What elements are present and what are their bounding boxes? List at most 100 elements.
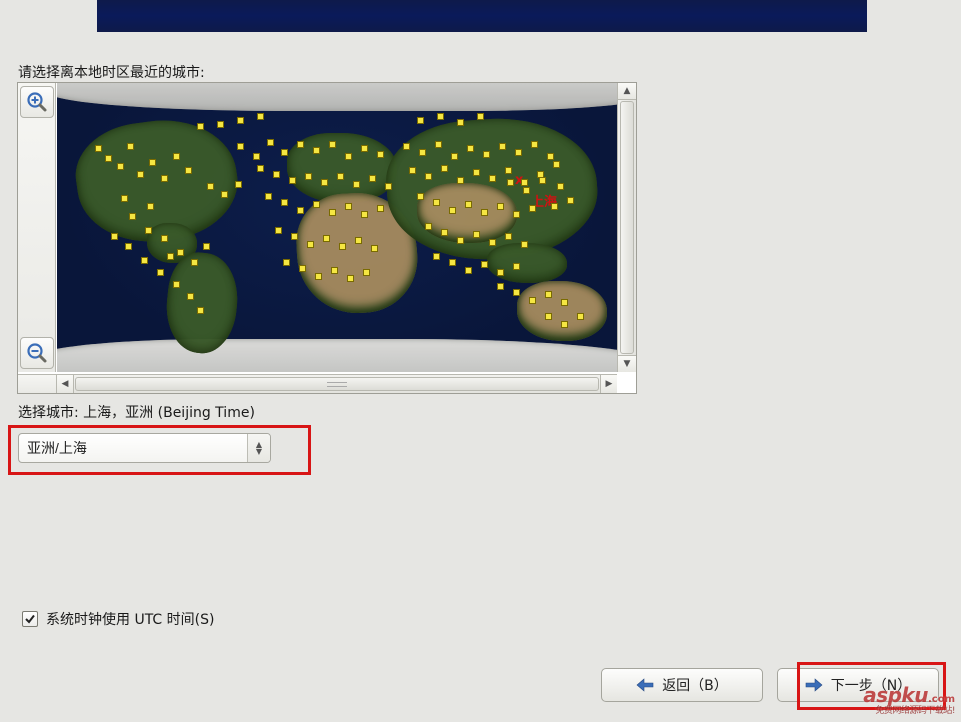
city-dot[interactable]	[185, 167, 192, 174]
city-dot[interactable]	[361, 211, 368, 218]
city-dot[interactable]	[545, 313, 552, 320]
city-dot[interactable]	[137, 171, 144, 178]
city-dot[interactable]	[345, 203, 352, 210]
city-dot[interactable]	[235, 181, 242, 188]
city-dot[interactable]	[173, 281, 180, 288]
world-map-canvas[interactable]: x 上海	[57, 83, 617, 372]
city-dot[interactable]	[127, 143, 134, 150]
city-dot[interactable]	[361, 145, 368, 152]
city-dot[interactable]	[347, 275, 354, 282]
back-button[interactable]: 返回（B）	[601, 668, 763, 702]
city-dot[interactable]	[323, 235, 330, 242]
zoom-out-button[interactable]	[20, 337, 54, 369]
city-dot[interactable]	[513, 211, 520, 218]
combobox-stepper[interactable]: ▲ ▼	[247, 434, 270, 462]
city-dot[interactable]	[435, 141, 442, 148]
city-dot[interactable]	[257, 113, 264, 120]
city-dot[interactable]	[473, 231, 480, 238]
city-dot[interactable]	[291, 233, 298, 240]
city-dot[interactable]	[441, 229, 448, 236]
city-dot[interactable]	[505, 233, 512, 240]
city-dot[interactable]	[403, 143, 410, 150]
city-dot[interactable]	[433, 253, 440, 260]
scroll-up-button[interactable]: ▲	[618, 83, 636, 100]
city-dot[interactable]	[561, 299, 568, 306]
city-dot[interactable]	[437, 113, 444, 120]
city-dot[interactable]	[329, 141, 336, 148]
city-dot[interactable]	[191, 259, 198, 266]
city-dot[interactable]	[129, 213, 136, 220]
city-dot[interactable]	[187, 293, 194, 300]
city-dot[interactable]	[157, 269, 164, 276]
city-dot[interactable]	[457, 177, 464, 184]
city-dot[interactable]	[321, 179, 328, 186]
city-dot[interactable]	[299, 265, 306, 272]
city-dot[interactable]	[467, 145, 474, 152]
city-dot[interactable]	[149, 159, 156, 166]
city-dot[interactable]	[441, 165, 448, 172]
utc-checkbox[interactable]	[22, 611, 38, 627]
city-dot[interactable]	[425, 223, 432, 230]
city-dot[interactable]	[377, 151, 384, 158]
city-dot[interactable]	[481, 261, 488, 268]
city-dot[interactable]	[337, 173, 344, 180]
city-dot[interactable]	[521, 241, 528, 248]
city-dot[interactable]	[539, 177, 546, 184]
city-dot[interactable]	[345, 153, 352, 160]
city-dot[interactable]	[529, 205, 536, 212]
city-dot[interactable]	[197, 307, 204, 314]
city-dot[interactable]	[547, 153, 554, 160]
city-dot[interactable]	[329, 209, 336, 216]
city-dot[interactable]	[369, 175, 376, 182]
city-dot[interactable]	[141, 257, 148, 264]
city-dot[interactable]	[433, 199, 440, 206]
scroll-down-button[interactable]: ▼	[618, 355, 636, 372]
city-dot[interactable]	[111, 233, 118, 240]
city-dot[interactable]	[203, 243, 210, 250]
city-dot[interactable]	[497, 203, 504, 210]
city-dot[interactable]	[289, 177, 296, 184]
scroll-right-button[interactable]: ▶	[600, 375, 617, 393]
city-dot[interactable]	[257, 165, 264, 172]
city-dot[interactable]	[505, 167, 512, 174]
city-dot[interactable]	[557, 183, 564, 190]
city-dot[interactable]	[331, 267, 338, 274]
city-dot[interactable]	[275, 227, 282, 234]
city-dot[interactable]	[417, 117, 424, 124]
city-dot[interactable]	[237, 143, 244, 150]
timezone-input[interactable]	[19, 440, 247, 456]
city-dot[interactable]	[121, 195, 128, 202]
city-dot[interactable]	[297, 141, 304, 148]
city-dot[interactable]	[315, 273, 322, 280]
city-dot[interactable]	[267, 139, 274, 146]
city-dot[interactable]	[483, 151, 490, 158]
city-dot[interactable]	[457, 119, 464, 126]
city-dot[interactable]	[217, 121, 224, 128]
city-dot[interactable]	[419, 149, 426, 156]
city-dot[interactable]	[105, 155, 112, 162]
city-dot[interactable]	[481, 209, 488, 216]
city-dot[interactable]	[551, 203, 558, 210]
city-dot[interactable]	[371, 245, 378, 252]
city-dot[interactable]	[473, 169, 480, 176]
city-dot[interactable]	[409, 167, 416, 174]
city-dot[interactable]	[307, 241, 314, 248]
city-dot[interactable]	[561, 321, 568, 328]
city-dot[interactable]	[305, 173, 312, 180]
city-dot[interactable]	[297, 207, 304, 214]
city-dot[interactable]	[489, 175, 496, 182]
city-dot[interactable]	[265, 193, 272, 200]
map-horizontal-scrollbar[interactable]: ◀ ▶	[57, 374, 617, 393]
city-dot[interactable]	[513, 263, 520, 270]
city-dot[interactable]	[145, 227, 152, 234]
city-dot[interactable]	[207, 183, 214, 190]
city-dot[interactable]	[451, 153, 458, 160]
city-dot[interactable]	[95, 145, 102, 152]
city-dot[interactable]	[417, 193, 424, 200]
city-dot[interactable]	[281, 149, 288, 156]
city-dot[interactable]	[477, 113, 484, 120]
map-vertical-scrollbar[interactable]: ▲ ▼	[617, 83, 636, 372]
vertical-scroll-thumb[interactable]	[620, 101, 634, 354]
city-dot[interactable]	[515, 149, 522, 156]
city-dot[interactable]	[465, 201, 472, 208]
